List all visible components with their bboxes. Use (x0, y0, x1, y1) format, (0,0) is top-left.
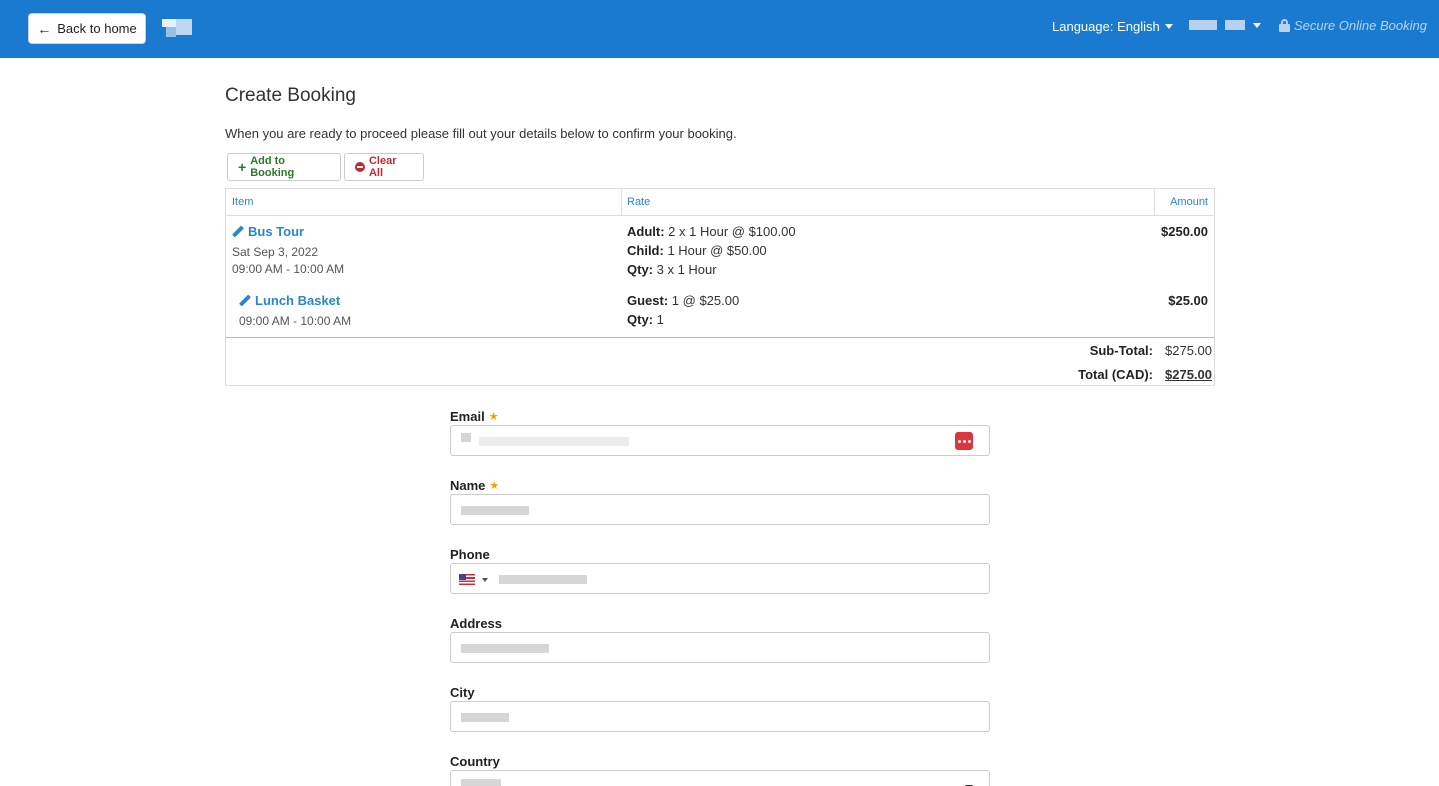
name-field[interactable] (450, 494, 990, 525)
rate-label: Qty: (627, 312, 653, 327)
email-field[interactable] (450, 425, 990, 456)
city-field[interactable] (450, 701, 990, 732)
address-field[interactable] (450, 632, 990, 663)
caret-down-icon (1164, 24, 1173, 29)
phone-label-text: Phone (450, 547, 490, 562)
plus-icon: + (238, 159, 247, 175)
rate-value: 1 @ $25.00 (671, 293, 740, 308)
rate-line: Guest: 1 @ $25.00 (627, 291, 739, 310)
pencil-icon (239, 295, 251, 307)
total-value: $275.00 (1165, 367, 1212, 382)
intro-text: When you are ready to proceed please fil… (225, 126, 737, 141)
subtotal-row: Sub-Total: $275.00 (1090, 343, 1212, 358)
column-header-amount: Amount (1170, 196, 1208, 208)
user-name-redacted (1189, 20, 1217, 30)
redacted-text (499, 575, 587, 584)
item-rates: Guest: 1 @ $25.00 Qty: 1 (627, 291, 739, 329)
rate-label: Adult: (627, 224, 665, 239)
column-header-item: Item (232, 196, 254, 208)
column-header-rate: Rate (627, 196, 651, 208)
rate-label: Qty: (627, 262, 653, 277)
edit-item-link[interactable]: Bus Tour (232, 224, 344, 239)
clear-all-label: Clear All (368, 155, 397, 179)
address-label-text: Address (450, 616, 503, 631)
totals-divider (226, 337, 1214, 338)
email-label: Email ★ (450, 409, 499, 424)
item-date: Sat Sep 3, 2022 (232, 245, 319, 259)
rate-label: Child: (627, 243, 664, 258)
city-label: City (450, 685, 475, 700)
user-menu[interactable] (1189, 18, 1269, 32)
required-star-icon: ★ (488, 411, 499, 423)
rate-line: Child: 1 Hour @ $50.00 (627, 241, 796, 260)
total-row: Total (CAD): $275.00 (1078, 367, 1212, 382)
required-star-icon: ★ (489, 480, 500, 492)
clear-all-button[interactable]: Clear All (344, 153, 424, 181)
rate-value: 3 x 1 Hour (656, 262, 717, 277)
arrow-left-icon: ← (37, 20, 52, 37)
subtotal-label: Sub-Total: (1089, 343, 1153, 358)
item-amount: $250.00 (1161, 224, 1208, 239)
language-label: Language: English (1052, 19, 1160, 34)
column-divider (1154, 189, 1155, 216)
email-label-text: Email (450, 409, 485, 424)
user-name-redacted (1225, 20, 1245, 30)
city-label-text: City (450, 685, 475, 700)
redacted-text (461, 644, 549, 653)
secure-booking-label: Secure Online Booking (1294, 18, 1427, 33)
table-row-item: Bus Tour Sat Sep 3, 2022 09:00 AM - 10:0… (232, 224, 344, 276)
table-row-item: Lunch Basket 09:00 AM - 10:00 AM (239, 293, 351, 328)
phone-label: Phone (450, 547, 490, 562)
booking-table: Item Rate Amount Bus Tour Sat Sep 3, 202… (225, 188, 1215, 386)
subtotal-value: $275.00 (1165, 343, 1212, 358)
pencil-icon (232, 226, 244, 238)
rate-value: 1 (656, 312, 664, 327)
back-button-label: Back to home (57, 21, 137, 36)
company-logo[interactable] (162, 17, 194, 39)
minus-circle-icon (355, 162, 365, 172)
caret-down-icon (1253, 22, 1261, 28)
name-label-text: Name (450, 478, 486, 493)
lock-icon (1279, 19, 1290, 32)
rate-line: Qty: 3 x 1 Hour (627, 260, 796, 279)
caret-down-icon (482, 578, 488, 582)
item-name: Bus Tour (248, 224, 305, 239)
item-name: Lunch Basket (255, 293, 341, 308)
country-select[interactable] (450, 770, 990, 786)
top-navbar: ← Back to home Language: English Secure … (0, 0, 1439, 58)
country-label-text: Country (450, 754, 500, 769)
rate-line: Adult: 2 x 1 Hour @ $100.00 (627, 222, 796, 241)
redacted-text (461, 779, 501, 786)
redacted-text (479, 437, 629, 446)
redacted-text (461, 433, 471, 442)
add-to-booking-button[interactable]: + Add to Booking (227, 153, 341, 181)
item-rates: Adult: 2 x 1 Hour @ $100.00 Child: 1 Hou… (627, 222, 796, 279)
item-time: 09:00 AM - 10:00 AM (239, 314, 352, 328)
page-title: Create Booking (225, 85, 356, 106)
rate-value: 2 x 1 Hour @ $100.00 (668, 224, 796, 239)
country-label: Country (450, 754, 500, 769)
column-divider (621, 189, 622, 216)
add-to-booking-label: Add to Booking (250, 155, 295, 179)
redacted-text (461, 713, 509, 722)
edit-item-link[interactable]: Lunch Basket (239, 293, 351, 308)
us-flag-icon[interactable] (459, 574, 475, 585)
back-to-home-button[interactable]: ← Back to home (28, 13, 146, 44)
item-amount: $25.00 (1168, 293, 1208, 308)
language-selector[interactable]: Language: English (1052, 19, 1173, 34)
password-manager-icon[interactable] (955, 432, 973, 450)
rate-value: 1 Hour @ $50.00 (667, 243, 767, 258)
item-time: 09:00 AM - 10:00 AM (232, 262, 345, 276)
rate-line: Qty: 1 (627, 310, 739, 329)
name-label: Name ★ (450, 478, 499, 493)
redacted-text (461, 506, 529, 515)
rate-label: Guest: (627, 293, 669, 308)
phone-field[interactable] (450, 563, 990, 594)
total-label: Total (CAD): (1078, 367, 1153, 382)
secure-booking-notice: Secure Online Booking (1279, 18, 1427, 33)
address-label: Address (450, 616, 502, 631)
table-header: Item Rate Amount (226, 189, 1214, 216)
